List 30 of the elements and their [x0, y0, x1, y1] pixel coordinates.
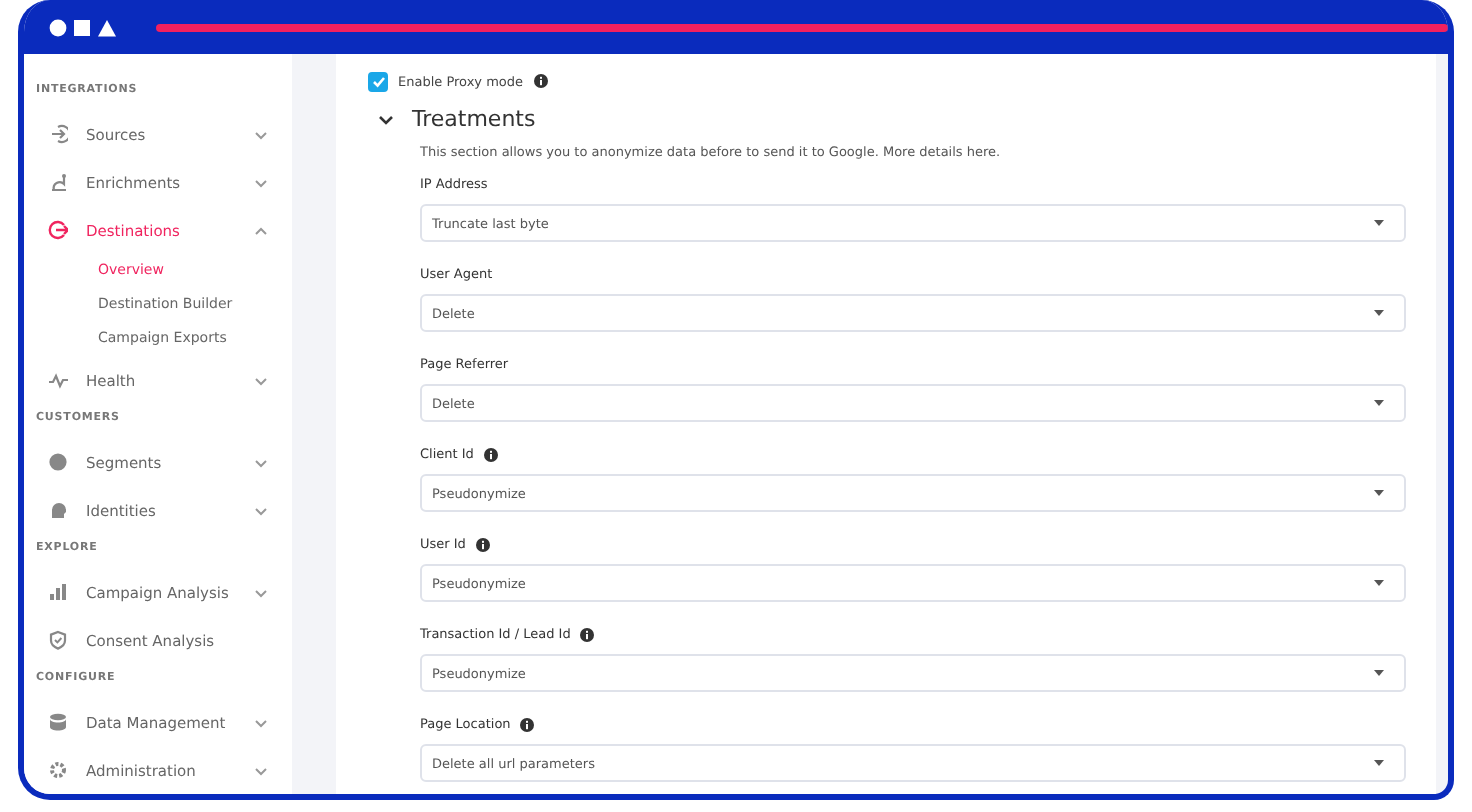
caret-down-icon — [1374, 220, 1384, 226]
arrow-out-icon — [48, 220, 68, 240]
circle-icon — [48, 452, 68, 472]
database-icon — [48, 712, 68, 732]
caret-down-icon — [1374, 490, 1384, 496]
caret-down-icon — [1374, 400, 1384, 406]
shield-icon — [48, 630, 68, 650]
checkbox[interactable] — [368, 71, 388, 91]
head-icon — [48, 500, 68, 520]
window-controls-icon — [48, 17, 120, 37]
arrow-in-icon — [48, 124, 68, 144]
caret-down-icon — [1374, 310, 1384, 316]
bar-chart-icon — [48, 582, 68, 602]
chevron-down-icon — [254, 177, 268, 187]
chevron-up-icon — [254, 225, 268, 235]
gear-icon — [48, 760, 68, 780]
chevron-down-icon — [254, 375, 268, 385]
chevron-down-icon — [254, 505, 268, 515]
chevron-down-icon — [254, 129, 268, 139]
flask-icon — [48, 172, 68, 192]
chevron-down-icon — [254, 765, 268, 775]
chevron-down-icon[interactable] — [378, 113, 394, 125]
chevron-down-icon — [254, 457, 268, 467]
pulse-icon — [48, 370, 68, 390]
chevron-down-icon — [254, 587, 268, 597]
caret-down-icon — [1374, 760, 1384, 766]
caret-down-icon — [1374, 670, 1384, 676]
section-title: Treatments — [412, 106, 536, 132]
chevron-down-icon — [254, 717, 268, 727]
caret-down-icon — [1374, 580, 1384, 586]
